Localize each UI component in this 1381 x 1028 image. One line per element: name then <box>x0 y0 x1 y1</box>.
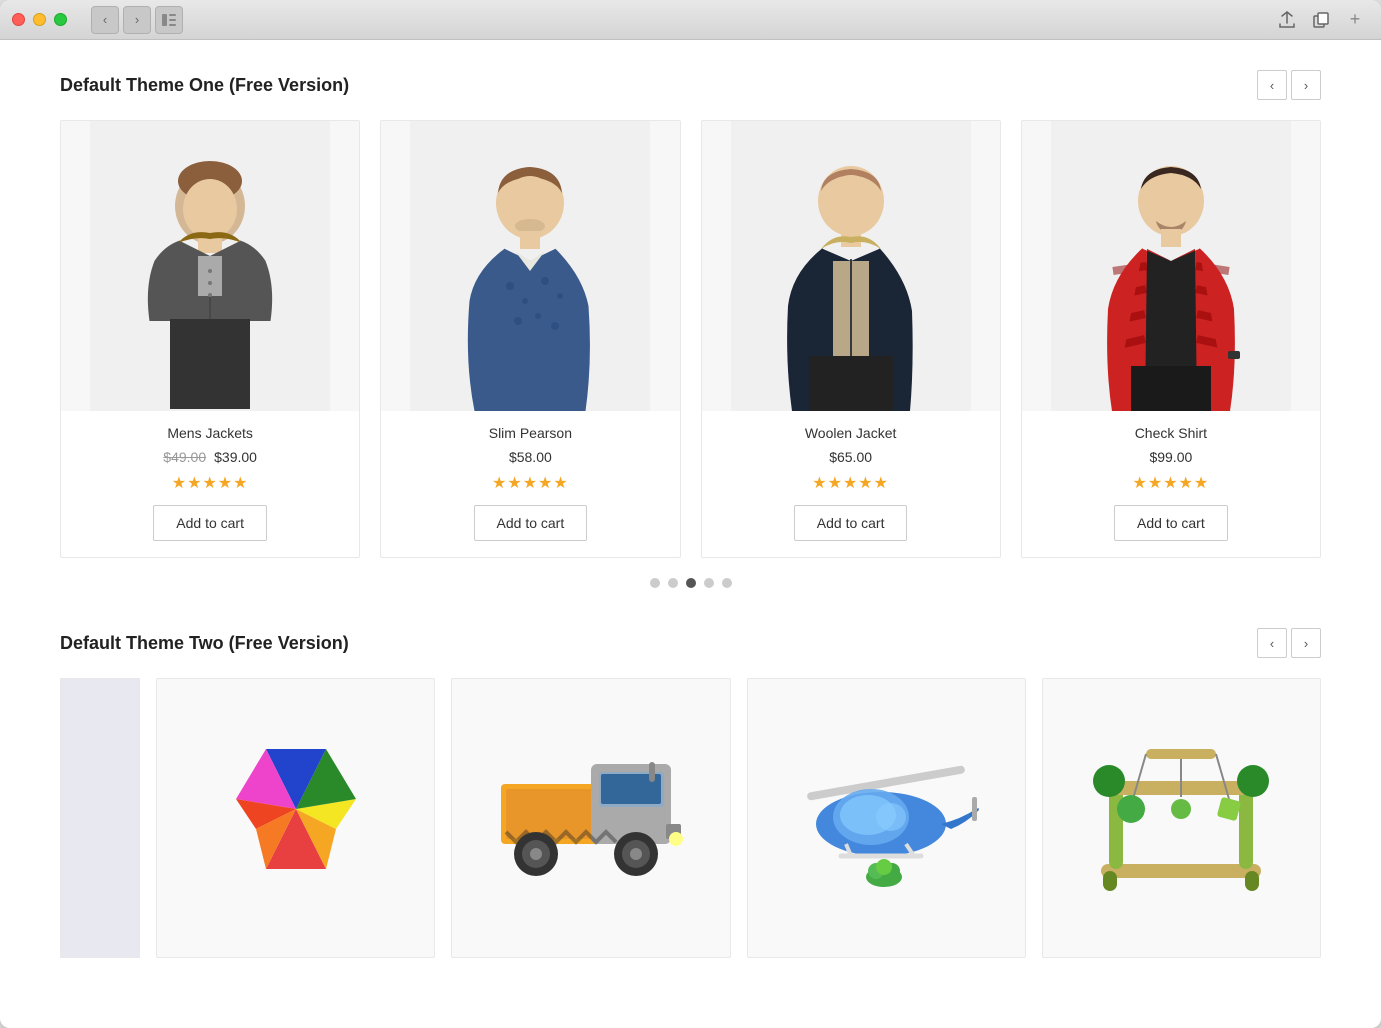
product-name-woolen-jacket: Woolen Jacket <box>702 425 1000 441</box>
product-price-woolen-jacket: $65.00 <box>702 449 1000 465</box>
section-theme-one: Default Theme One (Free Version) ‹ › <box>60 70 1321 588</box>
section-two-header: Default Theme Two (Free Version) ‹ › <box>60 628 1321 658</box>
section-one-prev-btn[interactable]: ‹ <box>1257 70 1287 100</box>
dot-5[interactable] <box>722 578 732 588</box>
add-tab-icon[interactable]: + <box>1341 6 1369 34</box>
section-two-carousel-nav: ‹ › <box>1257 628 1321 658</box>
product-name-check-shirt: Check Shirt <box>1022 425 1320 441</box>
product-price-check-shirt: $99.00 <box>1022 449 1320 465</box>
product-card-truck <box>451 678 730 958</box>
page-content: Default Theme One (Free Version) ‹ › <box>0 40 1381 1028</box>
section-two-next-btn[interactable]: › <box>1291 628 1321 658</box>
toy-image-gym <box>1053 699 1310 919</box>
section-one-header: Default Theme One (Free Version) ‹ › <box>60 70 1321 100</box>
traffic-lights <box>12 13 67 26</box>
close-button[interactable] <box>12 13 25 26</box>
toy-image-helicopter <box>758 699 1015 919</box>
toy-image-truck <box>462 699 719 919</box>
dot-2[interactable] <box>668 578 678 588</box>
product-image-slim-pearson <box>381 121 679 411</box>
product-card-helicopter <box>747 678 1026 958</box>
toy-image-puzzle <box>167 699 424 919</box>
dot-1[interactable] <box>650 578 660 588</box>
minimize-button[interactable] <box>33 13 46 26</box>
price-current-woolen-jacket: $65.00 <box>829 449 872 465</box>
product-image-woolen-jacket <box>702 121 1000 411</box>
price-current-mens-jackets: $39.00 <box>214 449 257 465</box>
product-price-slim-pearson: $58.00 <box>381 449 679 465</box>
section-one-title: Default Theme One (Free Version) <box>60 75 349 96</box>
stars-slim-pearson: ★★★★★ <box>381 473 679 493</box>
product-card-partial <box>60 678 140 958</box>
product-card-mens-jackets: Mens Jackets $49.00 $39.00 ★★★★★ Add to … <box>60 120 360 558</box>
stars-mens-jackets: ★★★★★ <box>61 473 359 493</box>
forward-button[interactable]: › <box>123 6 151 34</box>
dot-4[interactable] <box>704 578 714 588</box>
nav-controls: ‹ › <box>12 6 183 34</box>
section-theme-two: Default Theme Two (Free Version) ‹ › <box>60 628 1321 958</box>
stars-woolen-jacket: ★★★★★ <box>702 473 1000 493</box>
price-current-slim-pearson: $58.00 <box>509 449 552 465</box>
product-card-puzzle <box>156 678 435 958</box>
product-image-check-shirt <box>1022 121 1320 411</box>
add-to-cart-woolen-jacket[interactable]: Add to cart <box>794 505 908 541</box>
add-to-cart-check-shirt[interactable]: Add to cart <box>1114 505 1228 541</box>
product-name-mens-jackets: Mens Jackets <box>61 425 359 441</box>
product-price-mens-jackets: $49.00 $39.00 <box>61 449 359 465</box>
section-two-products-grid <box>60 678 1321 958</box>
product-name-slim-pearson: Slim Pearson <box>381 425 679 441</box>
title-bar: ‹ › + <box>0 0 1381 40</box>
product-card-woolen-jacket: Woolen Jacket $65.00 ★★★★★ Add to cart <box>701 120 1001 558</box>
maximize-button[interactable] <box>54 13 67 26</box>
product-card-gym <box>1042 678 1321 958</box>
share-icon[interactable] <box>1273 6 1301 34</box>
browser-window: ‹ › + <box>0 0 1381 1028</box>
section-two-title: Default Theme Two (Free Version) <box>60 633 349 654</box>
section-two-prev-btn[interactable]: ‹ <box>1257 628 1287 658</box>
product-card-check-shirt: Check Shirt $99.00 ★★★★★ Add to cart <box>1021 120 1321 558</box>
add-to-cart-slim-pearson[interactable]: Add to cart <box>474 505 588 541</box>
product-image-mens-jackets <box>61 121 359 411</box>
section-one-carousel-nav: ‹ › <box>1257 70 1321 100</box>
dot-3[interactable] <box>686 578 696 588</box>
stars-check-shirt: ★★★★★ <box>1022 473 1320 493</box>
price-current-check-shirt: $99.00 <box>1149 449 1192 465</box>
add-to-cart-mens-jackets[interactable]: Add to cart <box>153 505 267 541</box>
section-one-next-btn[interactable]: › <box>1291 70 1321 100</box>
title-bar-actions: + <box>1273 6 1369 34</box>
section-one-dots <box>60 578 1321 588</box>
duplicate-icon[interactable] <box>1307 6 1335 34</box>
price-original-mens-jackets: $49.00 <box>163 449 206 465</box>
sidebar-toggle-button[interactable] <box>155 6 183 34</box>
product-card-slim-pearson: Slim Pearson $58.00 ★★★★★ Add to cart <box>380 120 680 558</box>
section-one-products-grid: Mens Jackets $49.00 $39.00 ★★★★★ Add to … <box>60 120 1321 558</box>
back-button[interactable]: ‹ <box>91 6 119 34</box>
